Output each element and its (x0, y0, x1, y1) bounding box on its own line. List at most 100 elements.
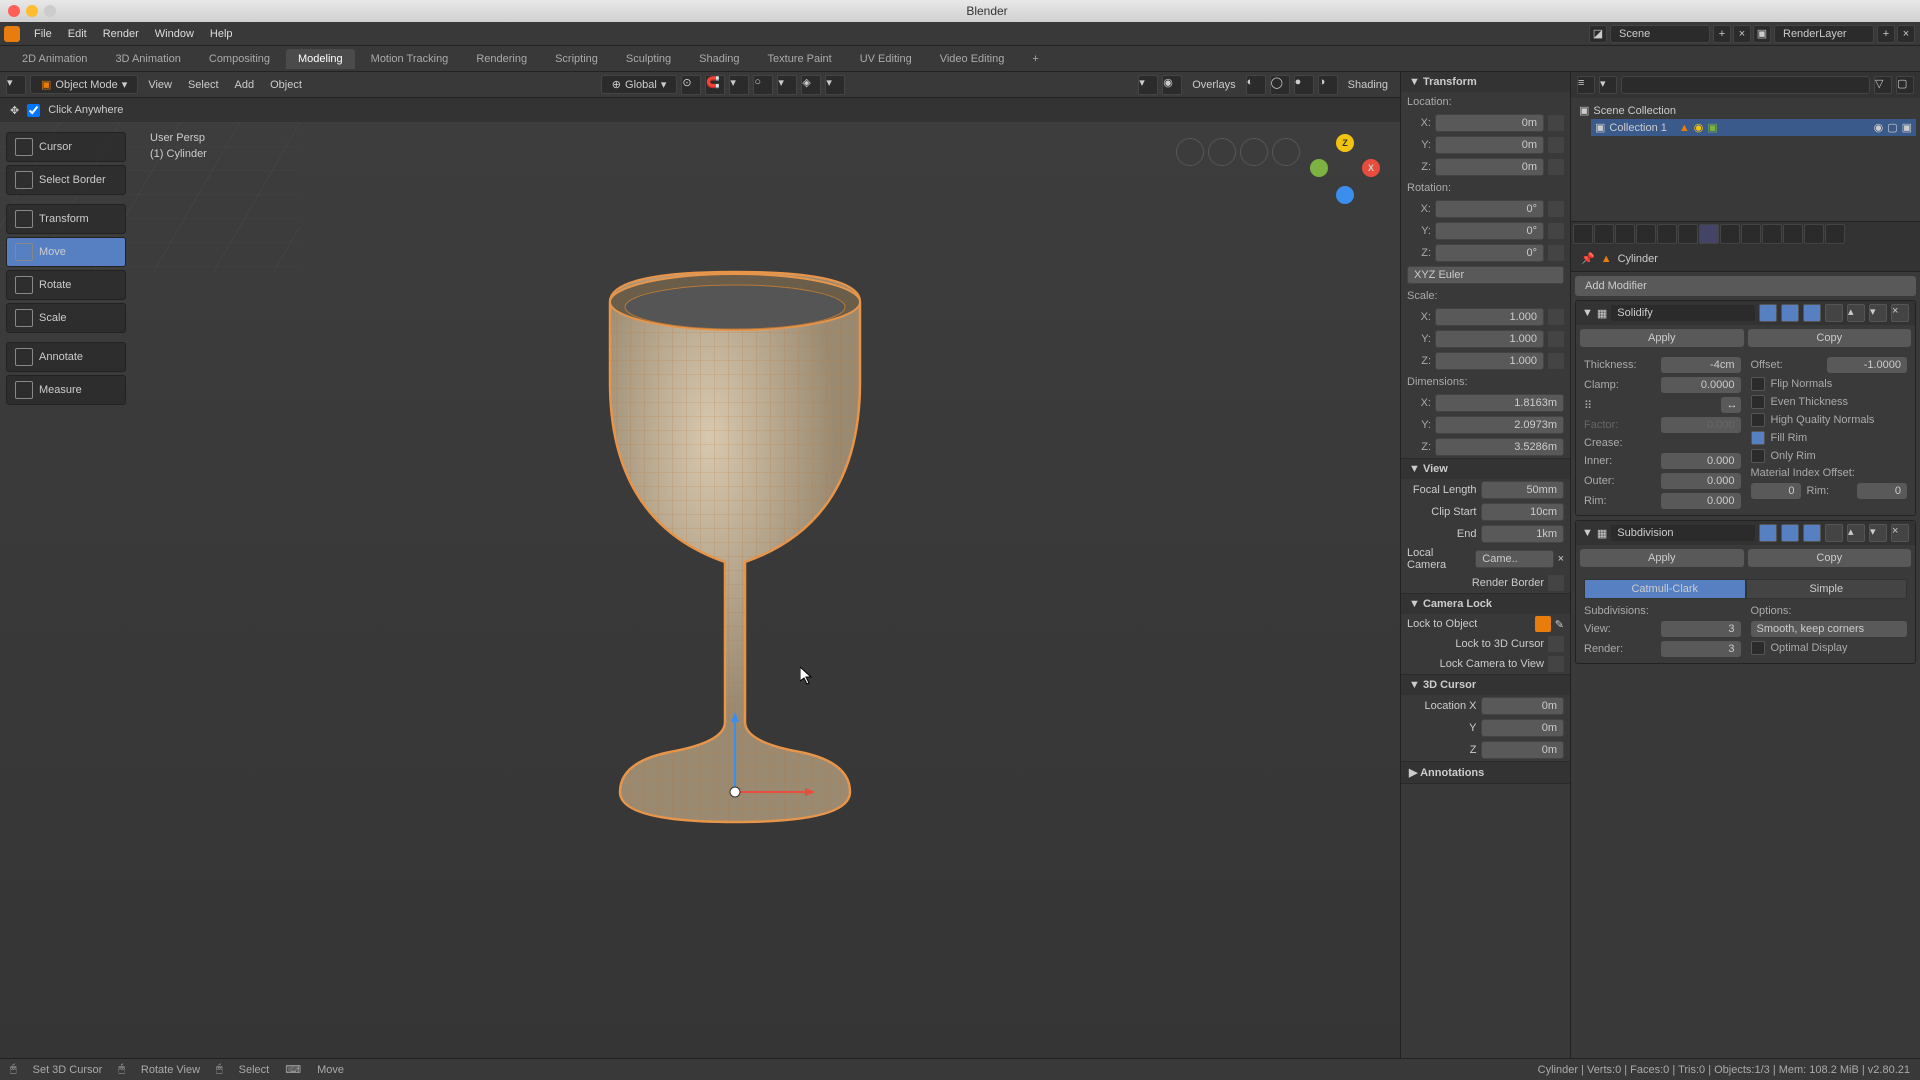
proportional-dd[interactable]: ▾ (777, 75, 797, 95)
tool-select-border[interactable]: Select Border (6, 165, 126, 195)
tool-transform[interactable]: Transform (6, 204, 126, 234)
mat-offset-rim[interactable]: 0 (1857, 483, 1907, 499)
eyedropper-icon[interactable]: ✎ (1555, 618, 1564, 631)
render-border-checkbox[interactable] (1548, 575, 1564, 591)
scene-field[interactable]: Scene (1610, 25, 1710, 43)
gizmo-btn[interactable]: ◈ (801, 75, 821, 95)
mod-render-toggle[interactable] (1759, 524, 1777, 542)
lock-icon[interactable] (1548, 201, 1564, 217)
cursor-z[interactable]: 0m (1481, 741, 1565, 759)
mod-viewport-toggle[interactable] (1781, 304, 1799, 322)
mod-move-up[interactable]: ▴ (1847, 304, 1865, 322)
render-icon[interactable]: ▣ (1902, 121, 1912, 134)
tab-2d-animation[interactable]: 2D Animation (10, 49, 99, 69)
tab-add-workspace[interactable]: + (1020, 49, 1050, 69)
mod-copy-btn[interactable]: Copy (1748, 549, 1912, 567)
prop-tab-constraints[interactable] (1762, 224, 1782, 244)
outliner-scene-collection[interactable]: ▣Scene Collection (1575, 102, 1916, 119)
offset-field[interactable]: -1.0000 (1827, 357, 1907, 373)
minimize-window-btn[interactable] (26, 5, 38, 17)
shading-lookdev-btn[interactable]: ◑ (1318, 75, 1338, 95)
only-rim-cb[interactable] (1751, 449, 1765, 463)
hq-normals-cb[interactable] (1751, 413, 1765, 427)
n-camlock-header[interactable]: ▼ Camera Lock (1401, 594, 1570, 614)
xray-btn[interactable]: ◐ (1246, 75, 1266, 95)
lock-3d-cursor-checkbox[interactable] (1548, 636, 1564, 652)
lock-icon[interactable] (1548, 245, 1564, 261)
pin-icon[interactable]: 📌 (1581, 252, 1595, 265)
orientation-dropdown[interactable]: ⊕Global ▾ (601, 75, 678, 94)
loc-x[interactable]: 0m (1435, 114, 1544, 132)
mod-apply-btn[interactable]: Apply (1580, 549, 1744, 567)
lock-icon[interactable] (1548, 353, 1564, 369)
n-view-header[interactable]: ▼ View (1401, 459, 1570, 479)
filter-icon[interactable]: ▽ (1874, 76, 1892, 94)
close-window-btn[interactable] (8, 5, 20, 17)
prop-tab-scene[interactable] (1636, 224, 1656, 244)
mod-move-up[interactable]: ▴ (1847, 524, 1865, 542)
subdiv-render[interactable]: 3 (1661, 641, 1741, 657)
vp-menu-view[interactable]: View (142, 79, 178, 91)
mode-dropdown[interactable]: ▣Object Mode ▾ (30, 75, 138, 94)
wineglass-object[interactable] (560, 262, 910, 882)
renderlayer-field[interactable]: RenderLayer (1774, 25, 1874, 43)
renderlayer-remove-btn[interactable]: × (1897, 25, 1915, 43)
shading-dd[interactable]: Shading (1342, 79, 1394, 91)
tab-3d-animation[interactable]: 3D Animation (103, 49, 192, 69)
nav-zoom-btn[interactable] (1176, 138, 1204, 166)
dim-z[interactable]: 3.5286m (1435, 438, 1564, 456)
flip-normals-cb[interactable] (1751, 377, 1765, 391)
camera-icon[interactable]: ▣ (1707, 121, 1717, 134)
prop-tab-viewlayer[interactable] (1615, 224, 1635, 244)
mod-delete[interactable]: × (1891, 304, 1909, 322)
tool-scale[interactable]: Scale (6, 303, 126, 333)
catmull-clark-btn[interactable]: Catmull-Clark (1584, 579, 1746, 599)
even-thickness-cb[interactable] (1751, 395, 1765, 409)
nav-z-top[interactable]: Z (1336, 134, 1354, 152)
tab-compositing[interactable]: Compositing (197, 49, 282, 69)
mod-apply-btn[interactable]: Apply (1580, 329, 1744, 347)
scale-z[interactable]: 1.000 (1435, 352, 1544, 370)
breadcrumb-object[interactable]: Cylinder (1618, 253, 1658, 265)
mod-cage-toggle[interactable] (1825, 304, 1843, 322)
add-modifier-button[interactable]: Add Modifier (1575, 276, 1916, 296)
factor-field[interactable]: 0.000 (1661, 417, 1741, 433)
crease-outer[interactable]: 0.000 (1661, 473, 1741, 489)
expand-icon[interactable]: ▼ (1582, 527, 1593, 539)
renderlayer-add-btn[interactable]: + (1877, 25, 1895, 43)
menu-file[interactable]: File (26, 28, 60, 40)
click-anywhere-checkbox[interactable] (27, 104, 40, 117)
prop-tab-particles[interactable] (1720, 224, 1740, 244)
lock-icon[interactable] (1548, 309, 1564, 325)
crease-inner[interactable]: 0.000 (1661, 453, 1741, 469)
tool-measure[interactable]: Measure (6, 375, 126, 405)
tab-shading[interactable]: Shading (687, 49, 751, 69)
vp-menu-select[interactable]: Select (182, 79, 225, 91)
lock-object-field[interactable] (1535, 616, 1551, 632)
tool-rotate[interactable]: Rotate (6, 270, 126, 300)
vp-menu-object[interactable]: Object (264, 79, 308, 91)
rot-z[interactable]: 0° (1435, 244, 1544, 262)
visibility-icon[interactable]: ◉ (1874, 121, 1884, 134)
cursor-y[interactable]: 0m (1481, 719, 1565, 737)
n-transform-header[interactable]: ▼ Transform (1401, 72, 1570, 92)
snap-dd[interactable]: ▾ (729, 75, 749, 95)
nav-ortho-btn[interactable] (1272, 138, 1300, 166)
loc-z[interactable]: 0m (1435, 158, 1544, 176)
outliner-display-dd[interactable]: ▾ (1599, 76, 1617, 94)
mod-move-down[interactable]: ▾ (1869, 304, 1887, 322)
mat-offset[interactable]: 0 (1751, 483, 1801, 499)
nav-y-axis[interactable] (1310, 159, 1328, 177)
prop-tab-material[interactable] (1804, 224, 1824, 244)
selectable-icon[interactable]: ▢ (1887, 121, 1897, 134)
renderlayer-icon[interactable]: ▣ (1753, 25, 1771, 43)
mod-viewport-toggle[interactable] (1781, 524, 1799, 542)
menu-render[interactable]: Render (95, 28, 147, 40)
scale-y[interactable]: 1.000 (1435, 330, 1544, 348)
tab-rendering[interactable]: Rendering (464, 49, 539, 69)
crease-rim[interactable]: 0.000 (1661, 493, 1741, 509)
local-camera[interactable]: Came.. (1475, 550, 1553, 568)
prop-tab-texture[interactable] (1825, 224, 1845, 244)
menu-window[interactable]: Window (147, 28, 202, 40)
dim-x[interactable]: 1.8163m (1435, 394, 1564, 412)
